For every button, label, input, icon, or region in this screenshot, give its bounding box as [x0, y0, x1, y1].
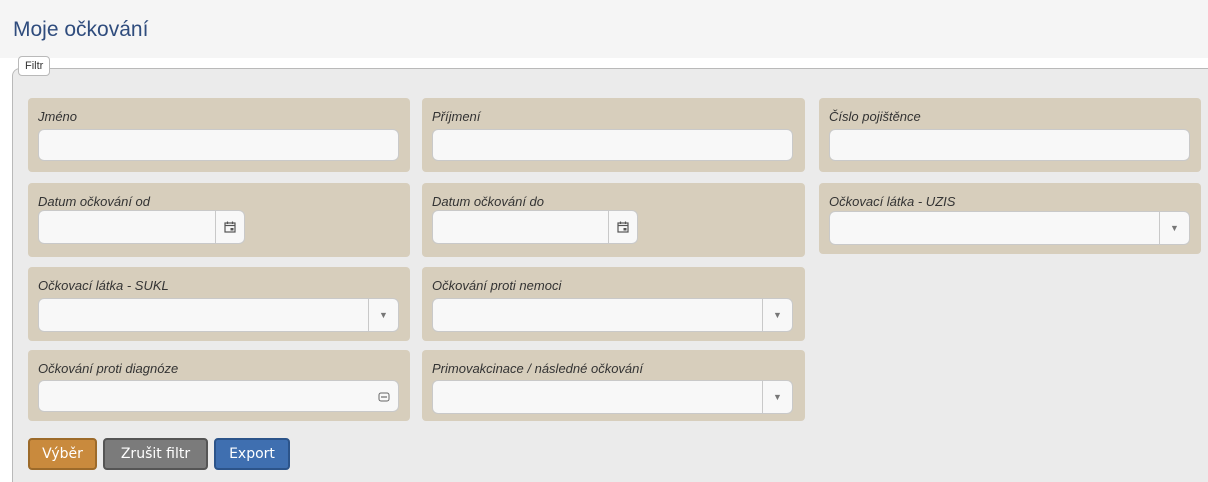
field-proti-diagnoze: Očkování proti diagnóze — [28, 350, 410, 421]
filter-legend: Filtr — [18, 56, 51, 76]
field-label: Jméno — [38, 109, 78, 124]
vyber-button[interactable]: Výběr — [28, 438, 97, 470]
field-label: Příjmení — [432, 109, 481, 124]
lookup-icon[interactable] — [378, 390, 390, 402]
calendar-icon — [224, 221, 236, 233]
prijmeni-input[interactable] — [432, 129, 793, 161]
jmeno-input[interactable] — [38, 129, 399, 161]
calendar-button[interactable] — [609, 210, 638, 244]
field-label: Očkování proti diagnóze — [38, 361, 179, 376]
field-latka-sukl: Očkovací látka - SUKL ▼ — [28, 267, 410, 341]
field-prijmeni: Příjmení — [422, 98, 805, 172]
primovakcinace-select[interactable]: ▼ — [432, 380, 793, 414]
latka-sukl-select[interactable]: ▼ — [38, 298, 399, 332]
export-button[interactable]: Export — [214, 438, 290, 470]
field-label: Očkovací látka - SUKL — [38, 278, 169, 293]
datum-od-input[interactable] — [38, 210, 216, 244]
field-jmeno: Jméno — [28, 98, 410, 172]
chevron-down-icon[interactable]: ▼ — [762, 381, 792, 413]
zrusit-filtr-button[interactable]: Zrušit filtr — [103, 438, 208, 470]
field-label: Primovakcinace / následné očkování — [432, 361, 644, 376]
title-bar: Moje očkování — [0, 0, 1208, 58]
latka-uzis-select[interactable]: ▼ — [829, 211, 1190, 245]
field-datum-do: Datum očkování do — [422, 183, 805, 257]
field-label: Datum očkování od — [38, 194, 151, 209]
page-title: Moje očkování — [13, 18, 149, 41]
page: Moje očkování Filtr Jméno Příjmení Číslo… — [0, 0, 1208, 482]
field-label: Očkovací látka - UZIS — [829, 194, 956, 209]
field-label: Číslo pojištěnce — [829, 109, 921, 124]
field-label: Očkování proti nemoci — [432, 278, 562, 293]
chevron-down-icon[interactable]: ▼ — [1159, 212, 1189, 244]
calendar-icon — [617, 221, 629, 233]
field-datum-od: Datum očkování od — [28, 183, 410, 257]
chevron-down-icon[interactable]: ▼ — [762, 299, 792, 331]
field-proti-nemoci: Očkování proti nemoci ▼ — [422, 267, 805, 341]
field-cislo-pojistence: Číslo pojištěnce — [819, 98, 1201, 172]
calendar-button[interactable] — [216, 210, 245, 244]
chevron-down-icon[interactable]: ▼ — [368, 299, 398, 331]
datum-do-input[interactable] — [432, 210, 609, 244]
field-latka-uzis: Očkovací látka - UZIS ▼ — [819, 183, 1201, 254]
field-primovakcinace: Primovakcinace / následné očkování ▼ — [422, 350, 805, 421]
proti-diagnoze-input[interactable] — [38, 380, 399, 412]
field-label: Datum očkování do — [432, 194, 545, 209]
proti-nemoci-select[interactable]: ▼ — [432, 298, 793, 332]
cislo-pojistence-input[interactable] — [829, 129, 1190, 161]
